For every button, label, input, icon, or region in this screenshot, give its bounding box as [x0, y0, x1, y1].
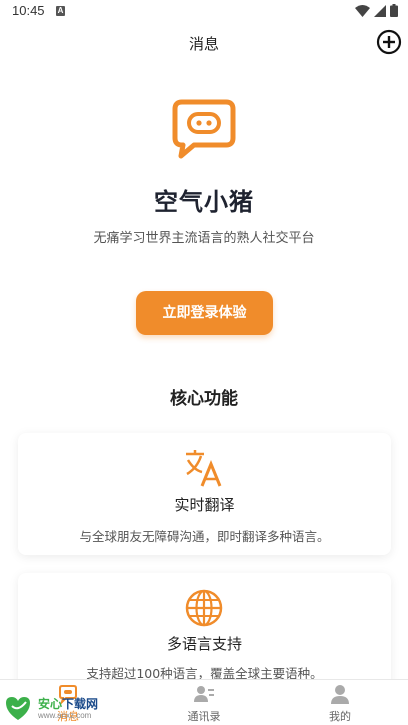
user-icon [331, 685, 349, 704]
feature-desc: 与全球朋友无障碍沟通，即时翻译多种语言。 [79, 529, 330, 544]
add-icon[interactable] [376, 29, 402, 55]
notification-a-icon: A [56, 6, 65, 16]
nav-label: 我的 [329, 710, 351, 723]
watermark-url: www.anxz.com [38, 711, 92, 720]
wifi-icon [355, 4, 370, 17]
status-icons [355, 4, 398, 17]
nav-label: 通讯录 [187, 710, 221, 723]
status-time: 10:45 [12, 3, 45, 18]
app-logo-icon [172, 99, 236, 159]
watermark-brand: 安心下载网 [38, 697, 99, 711]
feature-title: 多语言支持 [166, 635, 242, 653]
status-bar: 10:45 A [0, 0, 408, 24]
nav-item-contacts[interactable]: 通讯录 [136, 680, 272, 725]
contacts-icon [194, 686, 214, 702]
watermark: 安心下载网 www.anxz.com [2, 694, 112, 724]
signal-icon [374, 4, 386, 17]
login-button[interactable]: 立即登录体验 [136, 291, 273, 335]
globe-icon [185, 589, 223, 627]
translate-icon [186, 450, 222, 487]
app-slogan: 无痛学习世界主流语言的熟人社交平台 [93, 231, 315, 246]
watermark-logo-icon [6, 697, 30, 720]
nav-item-me[interactable]: 我的 [272, 680, 408, 725]
app-name: 空气小猪 [154, 188, 254, 216]
page-title: 消息 [188, 35, 219, 53]
core-features-title: 核心功能 [170, 389, 238, 409]
battery-icon [390, 4, 398, 17]
feature-card-translation: 实时翻译 与全球朋友无障碍沟通，即时翻译多种语言。 [18, 433, 391, 555]
feature-title: 实时翻译 [174, 496, 235, 514]
